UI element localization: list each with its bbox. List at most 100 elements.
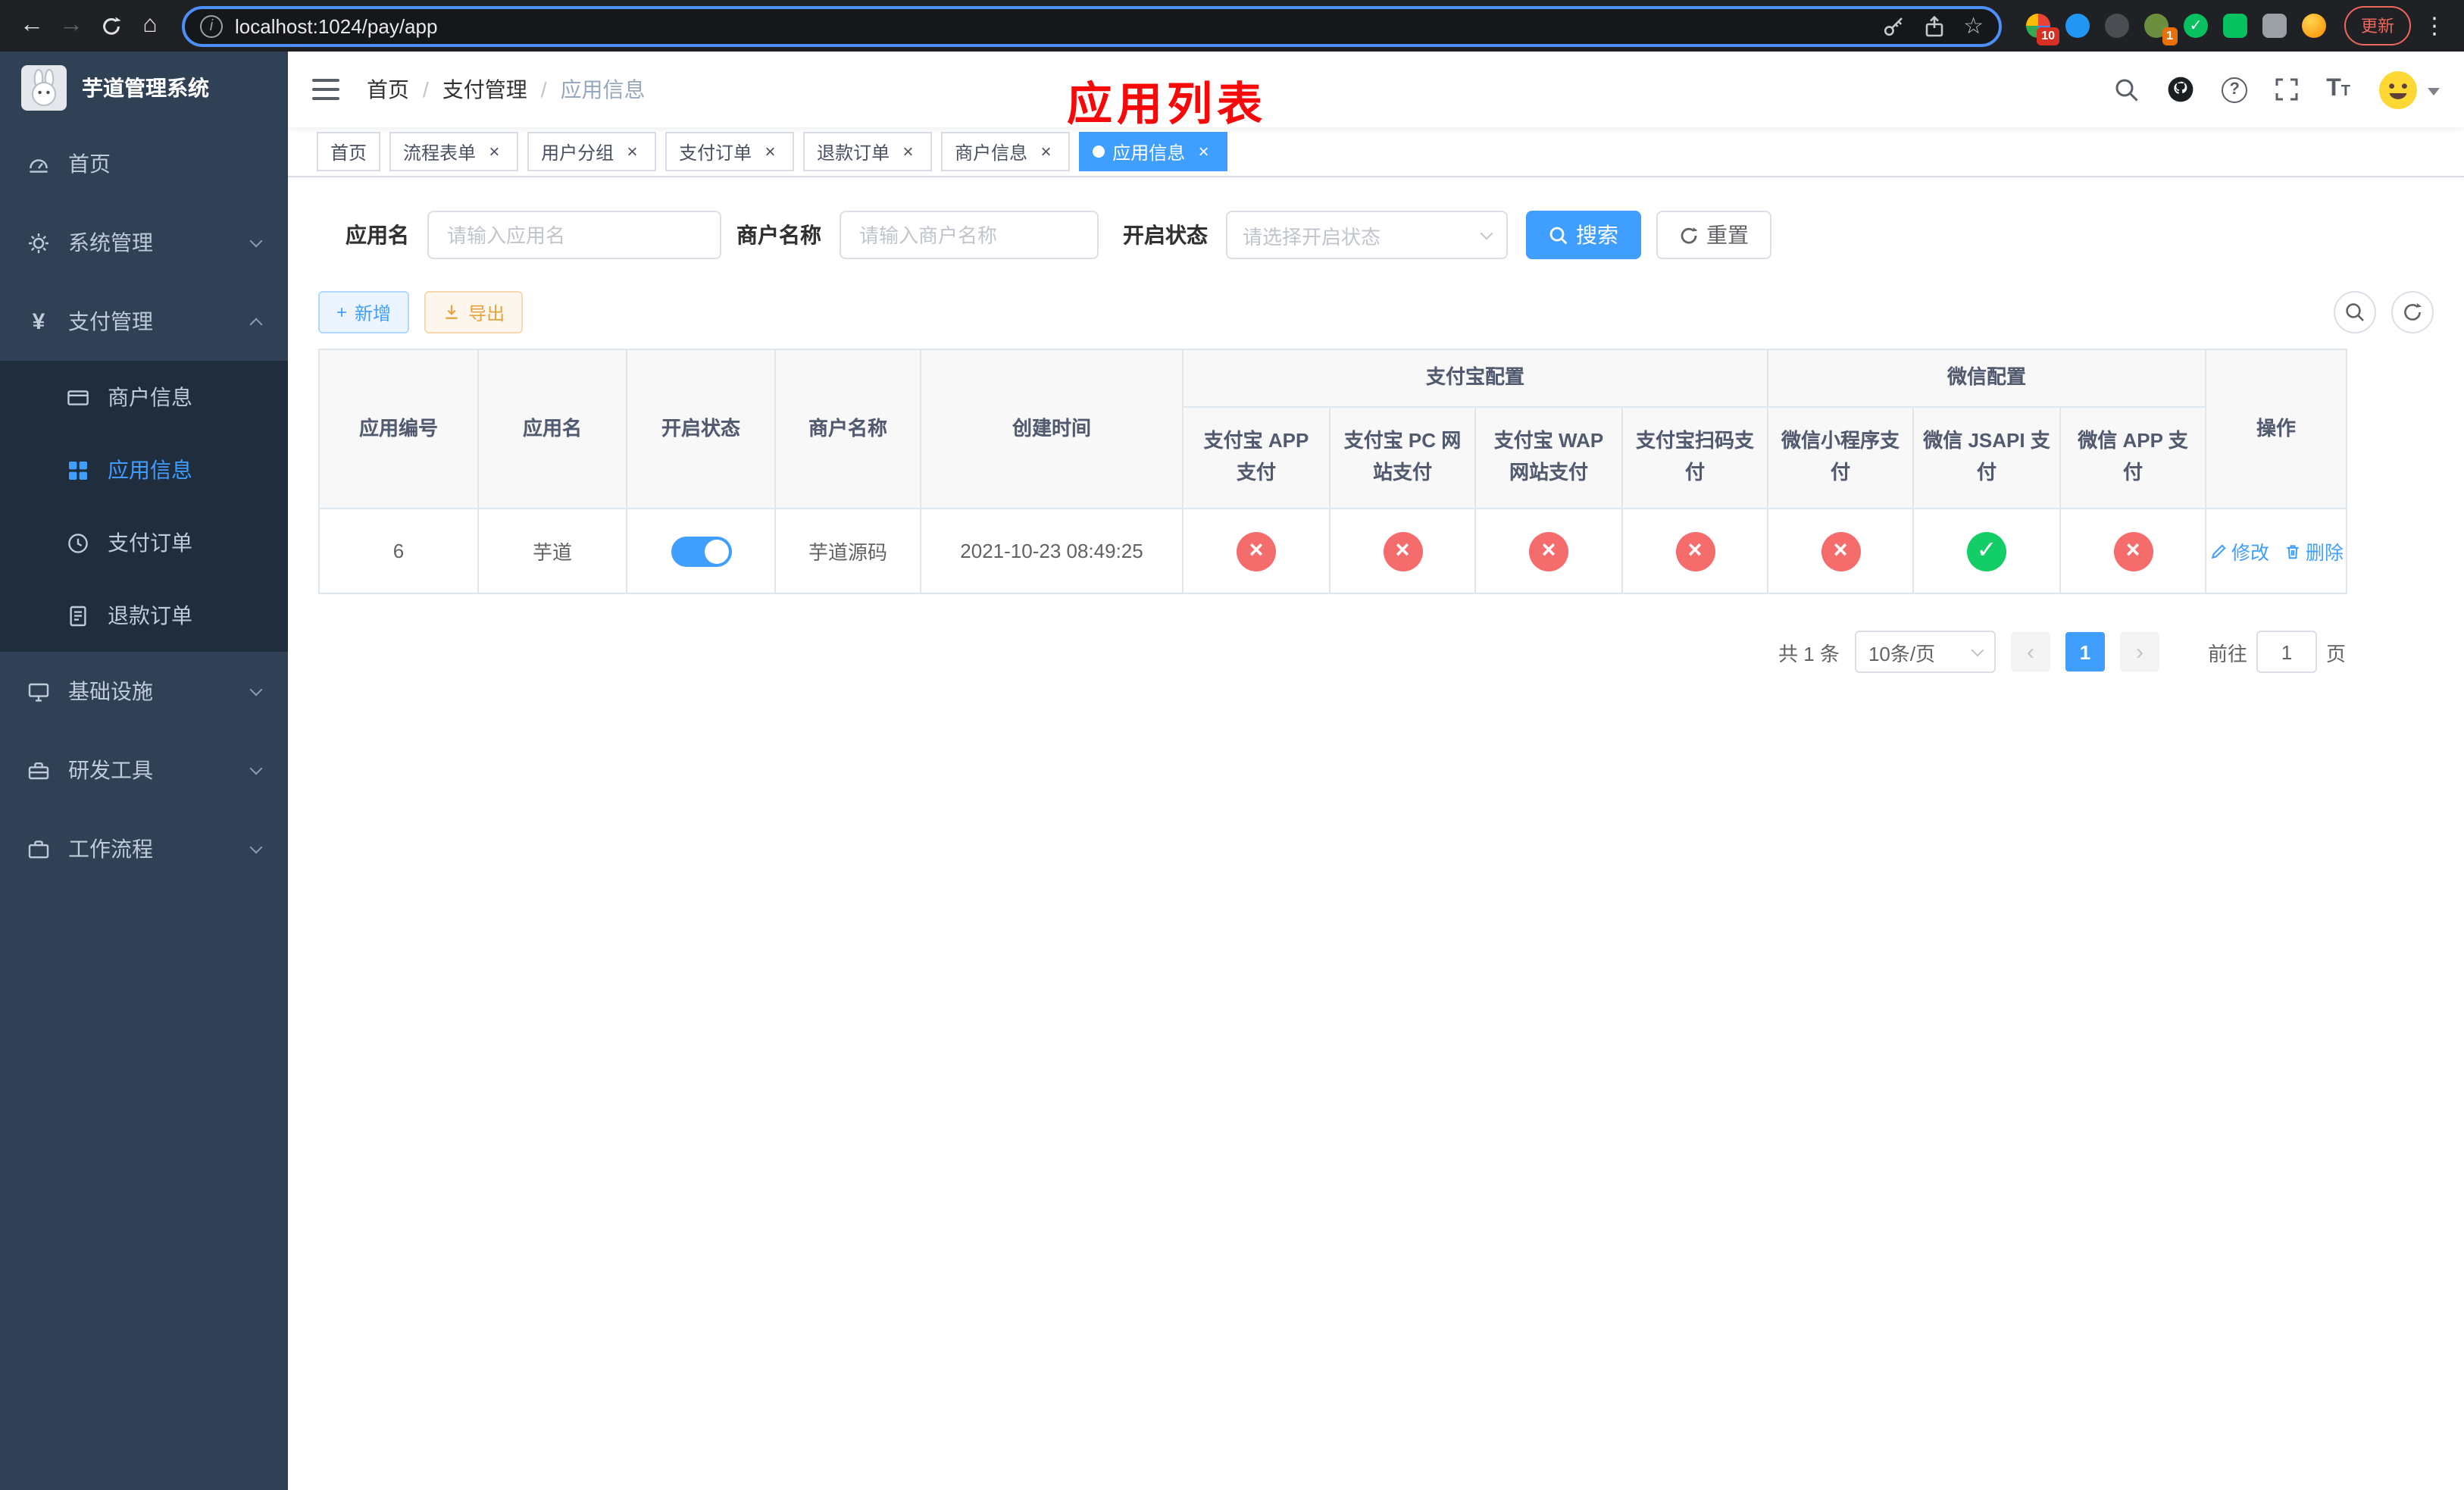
close-icon[interactable]: × xyxy=(759,141,780,162)
chevron-up-icon xyxy=(249,317,263,330)
page-size-value: 10条/页 xyxy=(1868,642,1936,665)
tab-merchant-info[interactable]: 商户信息 × xyxy=(941,132,1071,171)
extensions-puzzle-icon[interactable] xyxy=(2262,14,2287,38)
refresh-table-button[interactable] xyxy=(2391,291,2434,333)
sidebar-item-label: 支付订单 xyxy=(108,531,192,555)
address-bar[interactable]: i localhost:1024/pay/app ☆ xyxy=(182,5,2002,46)
app-name-label: 应用名 xyxy=(346,223,409,247)
next-page-button[interactable]: › xyxy=(2119,632,2159,671)
breadcrumb-home[interactable]: 首页 xyxy=(367,74,409,105)
monitor-icon xyxy=(27,680,50,703)
reset-button[interactable]: 重置 xyxy=(1656,211,1771,259)
close-icon[interactable]: × xyxy=(1035,141,1056,162)
delete-link[interactable]: 删除 xyxy=(2283,537,2344,565)
document-icon xyxy=(67,604,89,627)
sidebar-item-app-info[interactable]: 应用信息 xyxy=(0,434,288,506)
sidebar-item-system[interactable]: 系统管理 xyxy=(0,203,288,282)
sidebar-fold-icon[interactable] xyxy=(312,79,339,100)
font-size-large: T xyxy=(2326,76,2341,102)
reset-button-label: 重置 xyxy=(1706,223,1749,247)
app-table: 应用编号 应用名 开启状态 商户名称 创建时间 支付宝配置 微信配置 操作 支付… xyxy=(318,349,2348,594)
extension-colorwheel-icon[interactable]: 10 xyxy=(2026,14,2059,45)
search-button-label: 搜索 xyxy=(1576,223,1618,247)
sidebar-item-label: 商户信息 xyxy=(108,385,192,409)
sidebar-item-pay-orders[interactable]: 支付订单 xyxy=(0,506,288,579)
edit-link[interactable]: 修改 xyxy=(2209,537,2269,565)
cell-created: 2021-10-23 08:49:25 xyxy=(920,508,1184,594)
col-status: 开启状态 xyxy=(626,349,776,509)
close-icon[interactable]: × xyxy=(1193,141,1214,162)
font-size-icon[interactable]: T T xyxy=(2326,77,2350,102)
help-icon[interactable]: ? xyxy=(2222,77,2248,102)
app-logo xyxy=(21,65,67,111)
app-name-input[interactable] xyxy=(427,211,721,259)
status-select[interactable]: 请选择开启状态 xyxy=(1226,211,1508,259)
sidebar-item-workflow[interactable]: 工作流程 xyxy=(0,809,288,888)
extension-wechat-check-icon[interactable]: ✓ xyxy=(2184,14,2208,38)
merchant-name-input[interactable] xyxy=(840,211,1099,259)
page-size-select[interactable]: 10条/页 xyxy=(1854,631,1996,673)
browser-back-button[interactable]: ← xyxy=(12,6,52,45)
status-select-placeholder: 请选择开启状态 xyxy=(1243,225,1381,248)
password-key-icon[interactable] xyxy=(1881,14,1904,37)
emoji-avatar-icon[interactable] xyxy=(2302,14,2326,38)
toggle-search-button[interactable] xyxy=(2334,291,2376,333)
browser-menu-icon[interactable]: ⋮ xyxy=(2417,12,2452,39)
export-button-label: 导出 xyxy=(468,302,505,324)
site-info-icon[interactable]: i xyxy=(200,14,223,37)
refresh-icon xyxy=(2404,303,2422,321)
chevron-down-icon xyxy=(249,233,263,247)
screen: ← → ⌂ i localhost:1024/pay/app ☆ 10 1 ✓ … xyxy=(0,0,2464,1490)
bookmark-star-icon[interactable]: ☆ xyxy=(1963,12,1984,39)
extension-wechat-chat-icon[interactable] xyxy=(2223,14,2247,38)
current-page-button[interactable]: 1 xyxy=(2065,632,2105,671)
extension-avatar-icon[interactable]: 1 xyxy=(2144,14,2178,45)
sidebar-item-dev-tools[interactable]: 研发工具 xyxy=(0,731,288,809)
close-icon[interactable]: × xyxy=(621,141,643,162)
tab-pay-orders[interactable]: 支付订单 × xyxy=(665,132,795,171)
breadcrumb-payment[interactable]: 支付管理 xyxy=(442,74,527,105)
tab-app-info[interactable]: 应用信息 × xyxy=(1079,132,1228,171)
col-app-id: 应用编号 xyxy=(318,349,479,509)
tab-home[interactable]: 首页 xyxy=(317,132,381,171)
fullscreen-icon[interactable] xyxy=(2275,77,2299,102)
sidebar-item-refund-orders[interactable]: 退款订单 xyxy=(0,579,288,652)
sidebar-item-home[interactable]: 首页 xyxy=(0,124,288,203)
cell-merchant: 芋道源码 xyxy=(774,508,921,594)
status-toggle[interactable] xyxy=(671,536,731,566)
url-text[interactable]: localhost:1024/pay/app xyxy=(235,14,437,37)
col-alipay-app: 支付宝 APP 支付 xyxy=(1182,406,1330,509)
extension-drop-icon[interactable] xyxy=(2065,14,2090,38)
sidebar-item-payment[interactable]: ¥ 支付管理 xyxy=(0,282,288,361)
font-size-small: T xyxy=(2340,83,2350,100)
export-button[interactable]: 导出 xyxy=(424,291,524,333)
prev-page-button[interactable]: ‹ xyxy=(2010,632,2050,671)
close-icon[interactable]: × xyxy=(897,141,918,162)
tab-process-form[interactable]: 流程表单 × xyxy=(389,132,519,171)
browser-update-button[interactable]: 更新 xyxy=(2344,6,2411,45)
add-button[interactable]: + 新增 xyxy=(318,291,410,333)
tab-user-group[interactable]: 用户分组 × xyxy=(527,132,657,171)
close-icon[interactable]: × xyxy=(483,141,505,162)
goto-page-input[interactable] xyxy=(2256,631,2317,673)
sidebar-item-label: 退款订单 xyxy=(108,603,192,628)
header-search-icon[interactable] xyxy=(2114,77,2140,102)
sidebar-item-infrastructure[interactable]: 基础设施 xyxy=(0,652,288,731)
user-avatar[interactable] xyxy=(2378,69,2440,110)
tab-label: 用户分组 xyxy=(541,142,614,163)
github-icon[interactable] xyxy=(2167,76,2194,103)
browser-forward-button[interactable]: → xyxy=(52,6,91,45)
col-wechat-app: 微信 APP 支付 xyxy=(2059,406,2207,509)
breadcrumb: 首页 / 支付管理 / 应用信息 xyxy=(367,74,646,105)
browser-home-button[interactable]: ⌂ xyxy=(130,6,170,45)
search-button[interactable]: 搜索 xyxy=(1526,211,1641,259)
extension-dark-icon[interactable] xyxy=(2105,14,2129,38)
status-icon: × xyxy=(1675,531,1715,571)
tab-refund-orders[interactable]: 退款订单 × xyxy=(803,132,933,171)
table-toolbar: + 新增 导出 xyxy=(318,291,2434,333)
browser-reload-button[interactable] xyxy=(91,6,130,45)
sidebar-item-merchant-info[interactable]: 商户信息 xyxy=(0,361,288,434)
toolbox-icon xyxy=(27,759,50,781)
tab-label: 支付订单 xyxy=(679,142,752,163)
share-icon[interactable] xyxy=(1922,14,1945,37)
